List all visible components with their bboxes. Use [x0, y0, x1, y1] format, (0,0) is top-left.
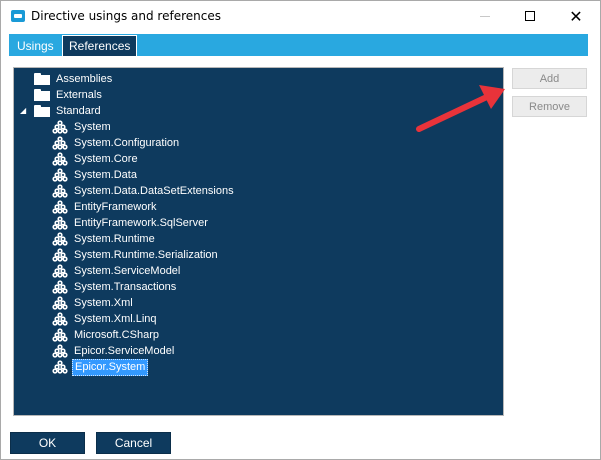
cancel-button[interactable]: Cancel — [96, 432, 171, 454]
ok-button[interactable]: OK — [10, 432, 85, 454]
tree-node-label: System.Configuration — [74, 136, 180, 149]
tree-node-label: System — [74, 120, 111, 133]
tab-references[interactable]: References — [62, 35, 138, 56]
assembly-icon — [52, 152, 68, 166]
tree-assembly-item[interactable]: EntityFramework — [52, 199, 159, 215]
assembly-icon — [52, 344, 68, 358]
tree-assembly-item[interactable]: System.Runtime — [52, 231, 157, 247]
close-icon: ✕ — [569, 6, 583, 26]
tree-assembly-item[interactable]: Microsoft.CSharp — [52, 327, 161, 343]
tree-folder-standard[interactable]: Standard — [34, 103, 103, 119]
assembly-icon — [52, 120, 68, 134]
assembly-icon — [52, 360, 68, 374]
tree-node-label: System.Runtime.Serialization — [74, 248, 218, 261]
tab-bar: Usings References — [9, 34, 588, 56]
tree-node-label: Microsoft.CSharp — [74, 328, 159, 341]
tree-assembly-item[interactable]: System.Xml.Linq — [52, 311, 159, 327]
tree-node-label: Epicor.ServiceModel — [74, 344, 175, 357]
tree-folder-assemblies[interactable]: Assemblies — [34, 71, 114, 87]
close-button[interactable]: ✕ — [553, 1, 599, 31]
tree-assembly-item[interactable]: EntityFramework.SqlServer — [52, 215, 210, 231]
title-bar[interactable]: Directive usings and references ✕ — [1, 1, 600, 31]
tree-assembly-item[interactable]: System.Core — [52, 151, 140, 167]
tree-assembly-item[interactable]: System.Configuration — [52, 135, 181, 151]
app-window-icon — [11, 10, 25, 22]
assembly-icon — [52, 136, 68, 150]
minimize-button[interactable] — [462, 1, 508, 31]
add-button[interactable]: Add — [512, 68, 587, 89]
minimize-icon — [480, 15, 490, 17]
tab-usings[interactable]: Usings — [11, 36, 60, 56]
assembly-icon — [52, 216, 68, 230]
assembly-icon — [52, 280, 68, 294]
tree-assembly-item[interactable]: System.Runtime.Serialization — [52, 247, 220, 263]
tree-node-label: EntityFramework — [74, 200, 157, 213]
tree-node-label: Externals — [56, 88, 102, 101]
folder-icon — [34, 105, 50, 117]
folder-icon — [34, 89, 50, 101]
maximize-icon — [525, 11, 535, 21]
tree-assembly-item[interactable]: System.Data.DataSetExtensions — [52, 183, 236, 199]
assembly-icon — [52, 328, 68, 342]
assembly-icon — [52, 184, 68, 198]
assembly-icon — [52, 264, 68, 278]
remove-button[interactable]: Remove — [512, 96, 587, 117]
assembly-icon — [52, 200, 68, 214]
expand-collapse-icon[interactable]: ◢ — [20, 107, 28, 115]
tree-node-label: EntityFramework.SqlServer — [74, 216, 208, 229]
tree-node-label: System.Xml — [74, 296, 133, 309]
tree-assembly-item[interactable]: System.Data — [52, 167, 139, 183]
assembly-icon — [52, 232, 68, 246]
tree-assembly-item[interactable]: Epicor.ServiceModel — [52, 343, 176, 359]
tree-node-label: System.Data — [74, 168, 137, 181]
tree-node-label: System.Xml.Linq — [74, 312, 157, 325]
tree-folder-externals[interactable]: Externals — [34, 87, 104, 103]
tree-assembly-item[interactable]: System.ServiceModel — [52, 263, 182, 279]
assembly-icon — [52, 312, 68, 326]
tree-assembly-item[interactable]: System — [52, 119, 113, 135]
dialog-window: Directive usings and references ✕ Usings… — [0, 0, 601, 460]
folder-icon — [34, 73, 50, 85]
tree-node-label: System.Data.DataSetExtensions — [74, 184, 234, 197]
annotation-arrow-icon — [416, 85, 505, 132]
tree-node-label: Standard — [56, 104, 101, 117]
tree-node-label: Assemblies — [56, 72, 113, 85]
window-title: Directive usings and references — [31, 9, 221, 23]
tree-assembly-item[interactable]: System.Transactions — [52, 279, 178, 295]
tree-assembly-item[interactable]: Epicor.System — [52, 358, 149, 376]
maximize-button[interactable] — [507, 1, 553, 31]
tree-node-label: System.ServiceModel — [74, 264, 181, 277]
assembly-icon — [52, 248, 68, 262]
tree-assembly-item[interactable]: System.Xml — [52, 295, 135, 311]
tree-node-label: System.Core — [74, 152, 138, 165]
tree-node-label: System.Runtime — [74, 232, 155, 245]
tree-node-label: Epicor.System — [72, 358, 149, 376]
assembly-icon — [52, 296, 68, 310]
tree-node-label: System.Transactions — [74, 280, 177, 293]
assembly-icon — [52, 168, 68, 182]
